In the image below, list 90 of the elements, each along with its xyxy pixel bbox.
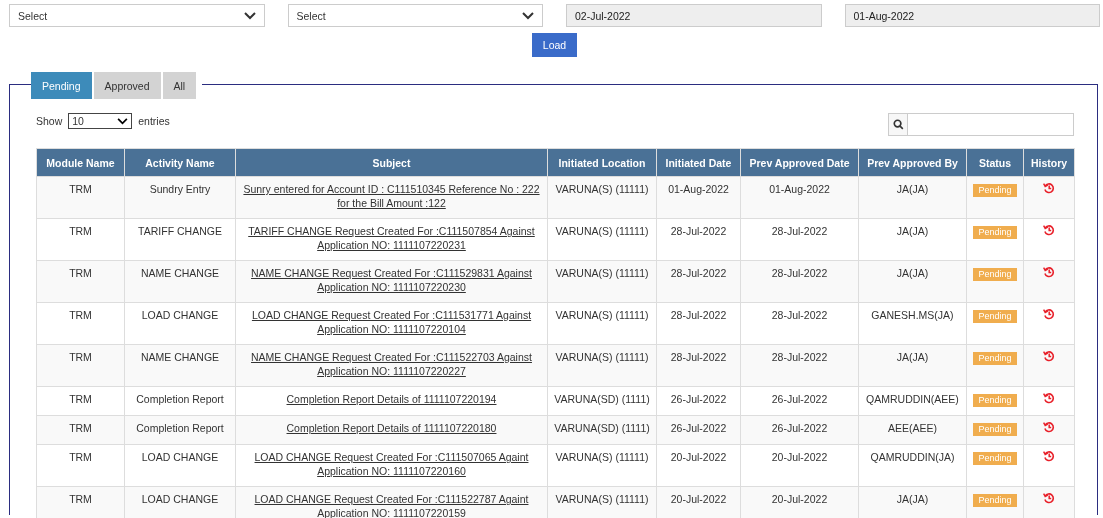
- table-cell: 26-Jul-2022: [740, 386, 859, 416]
- table-cell: 28-Jul-2022: [656, 218, 741, 261]
- history-icon[interactable]: [1043, 392, 1055, 404]
- load-button[interactable]: Load: [532, 33, 577, 57]
- chevron-down-icon: [243, 11, 256, 20]
- column-header[interactable]: History: [1023, 148, 1075, 177]
- status-badge: Pending: [973, 423, 1017, 436]
- table-cell: LOAD CHANGE: [124, 302, 236, 345]
- table-cell: TRM: [36, 302, 125, 345]
- select-dropdown[interactable]: Select: [9, 4, 265, 27]
- status-badge: Pending: [973, 394, 1017, 407]
- table-cell: VARUNA(SD) (1111): [547, 386, 657, 416]
- table-cell: VARUNA(S) (11111): [547, 302, 657, 345]
- column-header[interactable]: Status: [966, 148, 1024, 177]
- table-cell: Completion Report: [124, 415, 236, 445]
- table-cell: VARUNA(S) (11111): [547, 176, 657, 219]
- table-cell: 28-Jul-2022: [740, 344, 859, 387]
- table-cell: 26-Jul-2022: [656, 386, 741, 416]
- history-icon[interactable]: [1043, 492, 1055, 504]
- tab[interactable]: All: [162, 72, 197, 99]
- table-cell: VARUNA(S) (11111): [547, 260, 657, 303]
- status-badge: Pending: [973, 352, 1017, 365]
- table-cell: 28-Jul-2022: [740, 218, 859, 261]
- date-field[interactable]: 01-Aug-2022: [844, 4, 1100, 27]
- table-cell: 28-Jul-2022: [656, 344, 741, 387]
- column-header[interactable]: Initiated Date: [656, 148, 741, 177]
- status-badge: Pending: [973, 452, 1017, 465]
- column-header[interactable]: Subject: [235, 148, 548, 177]
- column-header[interactable]: Module Name: [36, 148, 125, 177]
- status-badge: Pending: [973, 268, 1017, 281]
- table-cell: TRM: [36, 218, 125, 261]
- table-cell: JA(JA): [858, 176, 967, 219]
- table-cell: 26-Jul-2022: [656, 415, 741, 445]
- table-cell: JA(JA): [858, 344, 967, 387]
- table-cell: GANESH.MS(JA): [858, 302, 967, 345]
- status-badge: Pending: [973, 310, 1017, 323]
- table-cell: QAMRUDDIN(JA): [858, 444, 967, 487]
- history-icon[interactable]: [1043, 224, 1055, 236]
- table-cell: TRM: [36, 444, 125, 487]
- table-cell: 28-Jul-2022: [656, 260, 741, 303]
- status-badge: Pending: [973, 184, 1017, 197]
- history-icon[interactable]: [1043, 182, 1055, 194]
- table-cell: 01-Aug-2022: [740, 176, 859, 219]
- select-dropdown[interactable]: Select: [287, 4, 543, 27]
- chevron-down-icon: [522, 11, 534, 20]
- table-cell: NAME CHANGE: [124, 260, 236, 303]
- status-badge: Pending: [973, 494, 1017, 507]
- table-cell: TRM: [36, 176, 125, 219]
- status-badge: Pending: [973, 226, 1017, 239]
- table-cell: 01-Aug-2022: [656, 176, 741, 219]
- table-cell: TRM: [36, 260, 125, 303]
- date-field[interactable]: 02-Jul-2022: [566, 4, 822, 27]
- chevron-down-icon: [117, 117, 129, 125]
- history-icon[interactable]: [1043, 308, 1055, 320]
- table-cell: NAME CHANGE: [124, 344, 236, 387]
- tab[interactable]: Approved: [93, 72, 161, 99]
- column-header[interactable]: Prev Approved Date: [740, 148, 859, 177]
- table-cell: VARUNA(S) (11111): [547, 344, 657, 387]
- column-header[interactable]: Activity Name: [124, 148, 236, 177]
- table-cell: 20-Jul-2022: [656, 444, 741, 487]
- table-cell: AEE(AEE): [858, 415, 967, 445]
- table-cell: JA(JA): [858, 260, 967, 303]
- table-cell: 28-Jul-2022: [656, 302, 741, 345]
- table-cell: VARUNA(SD) (1111): [547, 415, 657, 445]
- table-cell: QAMRUDDIN(AEE): [858, 386, 967, 416]
- history-icon[interactable]: [1043, 421, 1055, 433]
- entries-label: entries: [138, 115, 170, 127]
- table-cell: VARUNA(S) (11111): [547, 218, 657, 261]
- table-cell: 20-Jul-2022: [740, 444, 859, 487]
- table-cell: 28-Jul-2022: [740, 260, 859, 303]
- table-cell: TRM: [36, 486, 125, 518]
- table-cell: TRM: [36, 415, 125, 445]
- history-icon[interactable]: [1043, 350, 1055, 362]
- table-cell: Sundry Entry: [124, 176, 236, 219]
- history-icon[interactable]: [1043, 450, 1055, 462]
- column-header[interactable]: Initiated Location: [547, 148, 657, 177]
- table-cell: TRM: [36, 386, 125, 416]
- show-label: Show: [36, 115, 63, 127]
- column-header[interactable]: Prev Approved By: [858, 148, 967, 177]
- tab[interactable]: Pending: [31, 72, 92, 99]
- table-cell: LOAD CHANGE: [124, 444, 236, 487]
- table-cell: 28-Jul-2022: [740, 302, 859, 345]
- table-cell: JA(JA): [858, 218, 967, 261]
- table-cell: 26-Jul-2022: [740, 415, 859, 445]
- table-cell: Completion Report: [124, 386, 236, 416]
- table-cell: TRM: [36, 344, 125, 387]
- table-cell: VARUNA(S) (11111): [547, 444, 657, 487]
- entries-select[interactable]: 10: [68, 113, 133, 129]
- table-cell: TARIFF CHANGE: [124, 218, 236, 261]
- history-icon[interactable]: [1043, 266, 1055, 278]
